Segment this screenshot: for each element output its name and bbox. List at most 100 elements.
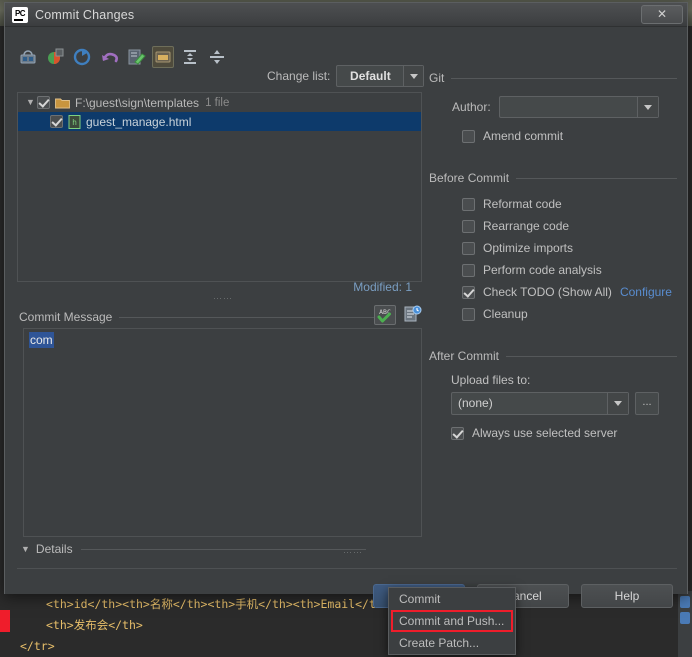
abc-spellcheck-icon[interactable]: ABC — [374, 305, 396, 325]
upload-server-combobox[interactable]: (none) — [451, 392, 629, 415]
group-title: Before Commit — [429, 171, 510, 185]
commit-changes-dialog: PC Commit Changes ✕ Change list: Default… — [4, 2, 688, 608]
commit-message-toolbar: ABC — [374, 305, 424, 325]
editor-error-stripe — [680, 596, 690, 650]
git-options-group: Git Author: Amend commit — [429, 71, 677, 147]
modified-count-label: Modified: 1 — [353, 280, 412, 294]
separator-rule — [119, 316, 379, 318]
revert-refresh-icon[interactable] — [44, 46, 66, 68]
reformat-code-row[interactable]: Reformat code — [462, 193, 677, 215]
chevron-down-icon[interactable]: ▼ — [21, 544, 30, 554]
upload-files-label: Upload files to: — [451, 373, 531, 387]
edit-source-icon[interactable] — [125, 46, 147, 68]
cleanup-checkbox[interactable] — [462, 307, 475, 321]
expand-all-icon[interactable] — [179, 46, 201, 68]
check-todo-row[interactable]: Check TODO (Show All) Configure — [462, 281, 677, 303]
rearrange-code-label: Rearrange code — [483, 219, 570, 233]
chevron-down-icon[interactable]: ▼ — [24, 93, 37, 112]
amend-commit-label: Amend commit — [483, 129, 564, 143]
group-by-directory-icon[interactable] — [152, 46, 174, 68]
details-label: Details — [35, 542, 73, 556]
close-icon[interactable]: ✕ — [641, 5, 683, 24]
changelist-control: Change list: Default — [267, 65, 425, 87]
always-use-server-label: Always use selected server — [472, 426, 618, 440]
splitter-grip[interactable]: ⋯⋯ — [343, 547, 363, 558]
optimize-imports-checkbox[interactable] — [462, 241, 475, 255]
configure-link[interactable]: Configure — [620, 285, 672, 299]
author-row: Author: — [452, 96, 677, 118]
annotation-highlight-edge — [0, 610, 10, 632]
commit-dropdown-menu: Commit Commit and Push... Create Patch..… — [388, 587, 516, 655]
tree-row[interactable]: h guest_manage.html — [18, 112, 421, 131]
folder-icon — [55, 98, 70, 108]
details-expander[interactable]: ▼ Details — [21, 542, 366, 556]
commit-message-header: Commit Message — [19, 310, 379, 324]
changelist-label: Change list: — [267, 69, 331, 83]
perform-code-analysis-label: Perform code analysis — [483, 263, 602, 277]
reformat-code-checkbox[interactable] — [462, 197, 475, 211]
group-title: Git — [429, 71, 445, 85]
tree-file-count: 1 file — [205, 96, 230, 109]
menu-item-commit-and-push[interactable]: Commit and Push... — [389, 610, 515, 632]
perform-code-analysis-row[interactable]: Perform code analysis — [462, 259, 677, 281]
code-line: <th>发布会</th> — [46, 618, 143, 632]
footer-separator — [17, 568, 677, 569]
changelist-combobox[interactable]: Default — [336, 65, 425, 87]
svg-text:h: h — [72, 118, 77, 127]
author-combobox[interactable] — [498, 96, 659, 118]
rollback-refresh-icon[interactable] — [71, 46, 93, 68]
undo-icon[interactable] — [98, 46, 120, 68]
stripe-mark — [680, 612, 690, 624]
code-line: </tr> — [20, 639, 55, 653]
dialog-title: Commit Changes — [35, 7, 135, 22]
commit-message-input[interactable]: com — [23, 328, 422, 537]
cleanup-label: Cleanup — [483, 307, 528, 321]
perform-code-analysis-checkbox[interactable] — [462, 263, 475, 277]
always-use-server-row[interactable]: Always use selected server — [451, 422, 677, 444]
separator-rule — [80, 548, 366, 550]
window-controls: ✕ — [641, 5, 683, 24]
tree-row[interactable]: ▼ F:\guest\sign\templates 1 file — [18, 93, 421, 112]
changelist-value: Default — [350, 69, 391, 83]
separator-rule — [451, 77, 677, 79]
rearrange-code-row[interactable]: Rearrange code — [462, 215, 677, 237]
commit-message-label: Commit Message — [19, 310, 113, 324]
html-file-icon: h — [68, 114, 81, 129]
browse-servers-button[interactable]: ... — [635, 392, 659, 415]
always-use-server-checkbox[interactable] — [451, 426, 464, 440]
rearrange-code-checkbox[interactable] — [462, 219, 475, 233]
separator-rule — [516, 177, 677, 179]
group-title: After Commit — [429, 349, 500, 363]
stripe-mark — [680, 596, 690, 608]
group-header: Before Commit — [429, 171, 677, 185]
author-input[interactable] — [500, 97, 637, 117]
changed-files-tree[interactable]: ▼ F:\guest\sign\templates 1 file h guest… — [17, 92, 422, 282]
cleanup-row[interactable]: Cleanup — [462, 303, 677, 325]
file-checkbox[interactable] — [50, 115, 63, 128]
check-todo-checkbox[interactable] — [462, 285, 475, 299]
menu-item-create-patch[interactable]: Create Patch... — [389, 632, 515, 654]
changes-toolbar — [17, 43, 267, 71]
menu-item-commit[interactable]: Commit — [389, 588, 515, 610]
separator-rule — [506, 355, 677, 357]
upload-row: (none) ... — [451, 392, 677, 415]
message-history-icon[interactable] — [402, 305, 424, 325]
dialog-titlebar[interactable]: PC Commit Changes ✕ — [5, 3, 687, 27]
collapse-all-icon[interactable] — [206, 46, 228, 68]
tree-folder-path: F:\guest\sign\templates — [75, 95, 200, 110]
folder-checkbox[interactable] — [37, 96, 50, 109]
group-header: After Commit — [429, 349, 677, 363]
show-diff-icon[interactable] — [17, 46, 39, 68]
group-header: Git — [429, 71, 677, 85]
chevron-down-icon[interactable] — [636, 97, 658, 117]
splitter-grip[interactable]: ⋯⋯ — [213, 293, 233, 303]
reformat-code-label: Reformat code — [483, 197, 562, 211]
optimize-imports-row[interactable]: Optimize imports — [462, 237, 677, 259]
upload-server-value: (none) — [458, 396, 493, 410]
help-button[interactable]: Help — [581, 584, 673, 608]
chevron-down-icon[interactable] — [607, 393, 628, 414]
chevron-down-icon[interactable] — [403, 66, 424, 86]
amend-commit-checkbox-row[interactable]: Amend commit — [462, 125, 677, 147]
commit-message-value: com — [29, 332, 54, 348]
amend-commit-checkbox[interactable] — [462, 129, 475, 143]
